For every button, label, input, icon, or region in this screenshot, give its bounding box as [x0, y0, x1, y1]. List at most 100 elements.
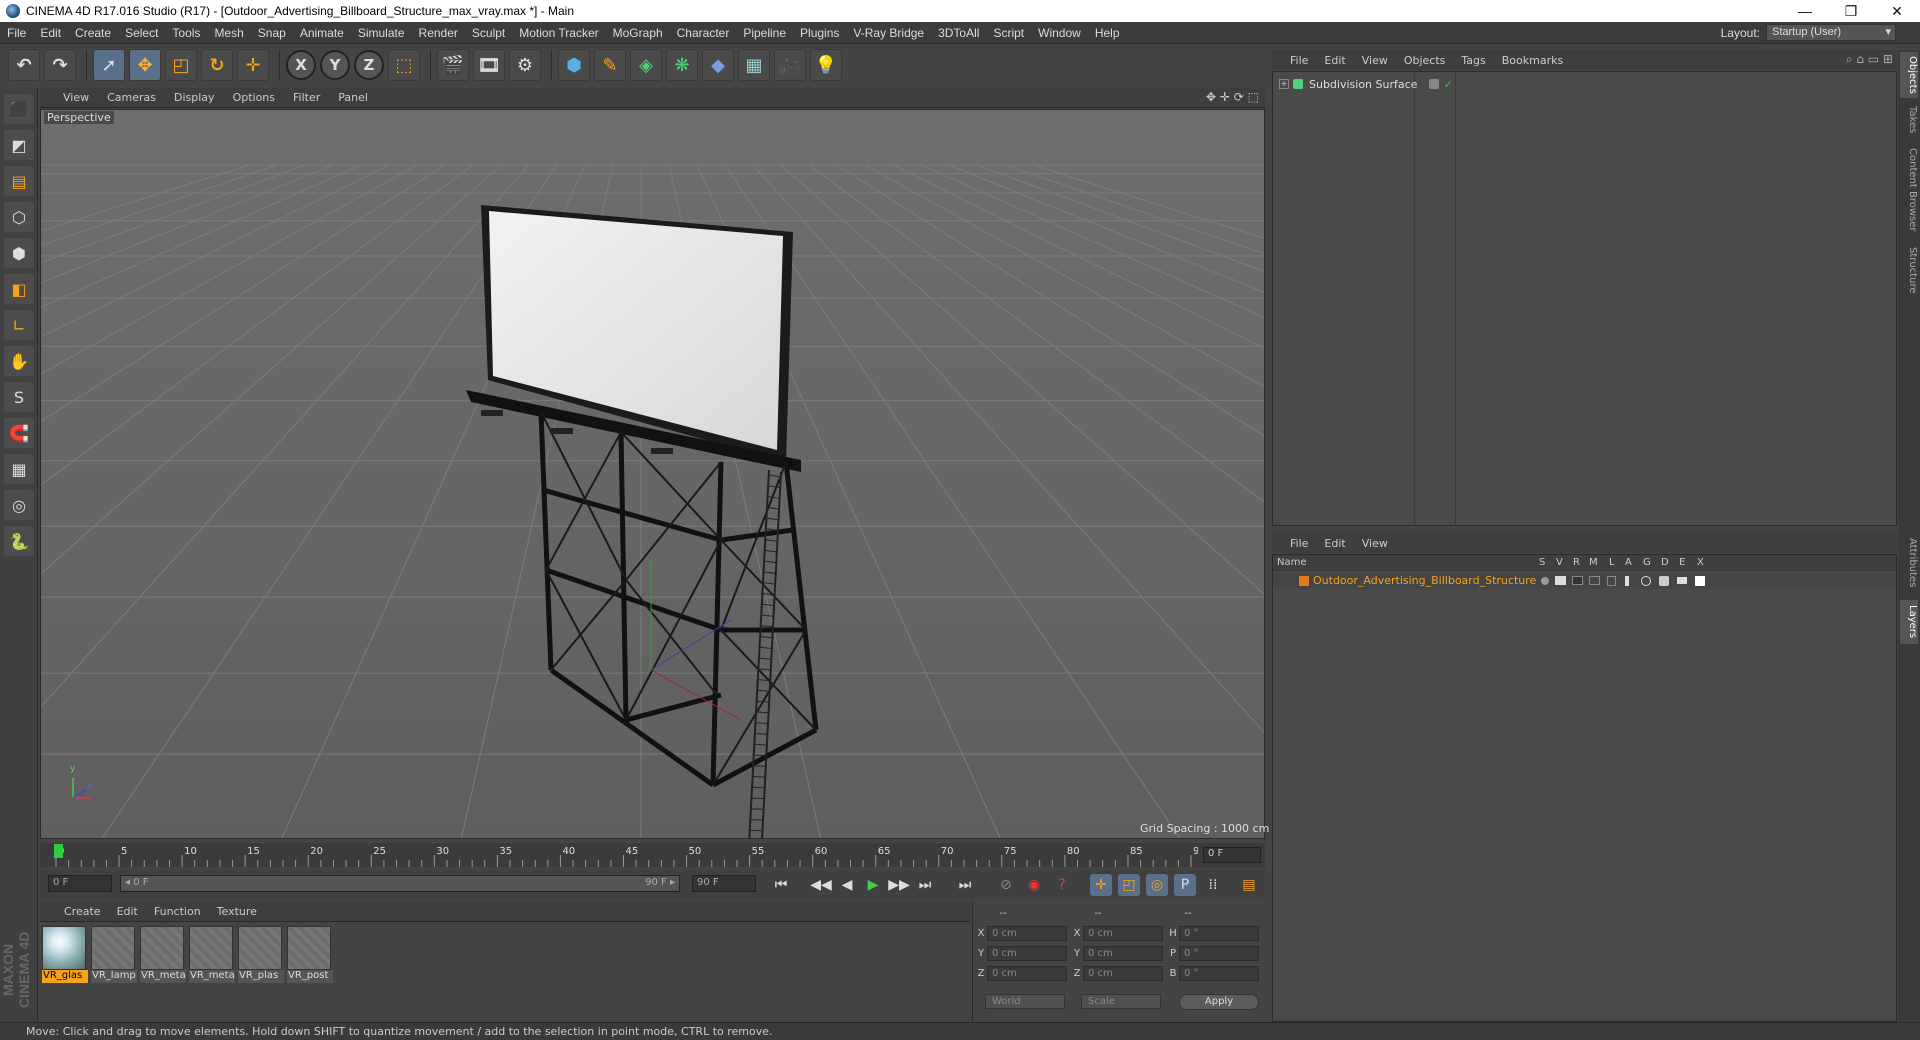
- material-item[interactable]: VR_meta: [189, 926, 235, 988]
- record-scale-icon[interactable]: ◰: [1118, 874, 1140, 896]
- layer-render-icon[interactable]: [1572, 576, 1583, 585]
- rotate-tool-icon[interactable]: ↻: [201, 49, 233, 81]
- viewport-menu-options[interactable]: Options: [224, 91, 284, 104]
- tweak-mode-icon[interactable]: ✋: [4, 346, 34, 376]
- texture-mode-icon[interactable]: ▤: [4, 166, 34, 196]
- python-icon[interactable]: 🐍: [4, 526, 34, 556]
- axis-x-lock-icon[interactable]: X: [286, 50, 316, 80]
- layer-tag-icon[interactable]: [1429, 79, 1440, 89]
- object-manager-tool-icons[interactable]: ⌕ ⌂ ▭ ⊞: [1846, 52, 1893, 67]
- start-frame-field[interactable]: 0 F: [48, 875, 112, 892]
- render-picture-viewer-icon[interactable]: 🎞: [473, 49, 505, 81]
- coordinate-system-icon[interactable]: ⬚: [388, 49, 420, 81]
- current-frame-field[interactable]: 0 F: [1203, 847, 1261, 863]
- render-view-icon[interactable]: 🎬: [437, 49, 469, 81]
- camera-icon[interactable]: 🎥: [774, 49, 806, 81]
- layer-row[interactable]: Outdoor_Advertising_Billboard_Structure: [1273, 573, 1896, 589]
- menu-3dtoall[interactable]: 3DToAll: [931, 26, 986, 40]
- layer-solo-icon[interactable]: [1541, 577, 1549, 585]
- menu-help[interactable]: Help: [1088, 26, 1127, 40]
- menu-plugins[interactable]: Plugins: [793, 26, 846, 40]
- go-to-end-icon[interactable]: ⏭: [954, 874, 976, 896]
- previous-frame-icon[interactable]: ◀: [836, 874, 858, 896]
- viewport-nav-icons[interactable]: ✥ ✛ ⟳ ⬚: [1206, 90, 1259, 104]
- material-item[interactable]: VR_post: [287, 926, 333, 988]
- add-tool-icon[interactable]: ✛: [237, 49, 269, 81]
- material-menu-function[interactable]: Function: [146, 905, 209, 918]
- material-menu-edit[interactable]: Edit: [109, 905, 146, 918]
- material-item[interactable]: VR_lamp: [91, 926, 137, 988]
- light-icon[interactable]: 💡: [810, 49, 842, 81]
- edges-mode-icon[interactable]: ⬢: [4, 238, 34, 268]
- tab-takes[interactable]: Takes: [1900, 102, 1918, 138]
- objects-menu-edit[interactable]: Edit: [1316, 54, 1353, 67]
- menu-script[interactable]: Script: [986, 26, 1031, 40]
- render-settings-icon[interactable]: ⚙: [509, 49, 541, 81]
- record-icon[interactable]: ◉: [1023, 874, 1045, 896]
- perspective-viewport[interactable]: y z: [40, 109, 1265, 839]
- menu-sculpt[interactable]: Sculpt: [465, 26, 512, 40]
- layer-col-manager[interactable]: M: [1589, 557, 1598, 568]
- next-key-icon[interactable]: ⏭: [914, 874, 936, 896]
- layer-col-deformers[interactable]: D: [1661, 557, 1669, 568]
- model-mode-icon[interactable]: ◩: [4, 130, 34, 160]
- layer-generator-icon[interactable]: [1641, 576, 1651, 586]
- layer-col-xref[interactable]: X: [1697, 557, 1704, 568]
- next-frame-icon[interactable]: ▶▶: [888, 874, 910, 896]
- layer-name[interactable]: Outdoor_Advertising_Billboard_Structure: [1313, 574, 1536, 587]
- menu-tools[interactable]: Tools: [165, 26, 207, 40]
- size-z-field[interactable]: 0 cm: [1083, 966, 1163, 981]
- move-tool-icon[interactable]: ✥: [129, 49, 161, 81]
- menu-create[interactable]: Create: [68, 26, 118, 40]
- layer-col-animation[interactable]: A: [1625, 557, 1632, 568]
- layer-animation-icon[interactable]: [1625, 576, 1629, 586]
- cube-primitive-icon[interactable]: ⬢: [558, 49, 590, 81]
- tab-content-browser[interactable]: Content Browser: [1900, 142, 1918, 238]
- restore-button[interactable]: ❐: [1828, 0, 1874, 22]
- layer-col-expressions[interactable]: E: [1679, 557, 1685, 568]
- record-position-icon[interactable]: ✛: [1090, 874, 1112, 896]
- objects-menu-objects[interactable]: Objects: [1396, 54, 1454, 67]
- cloner-icon[interactable]: ❋: [666, 49, 698, 81]
- layout-dropdown[interactable]: Startup (User): [1766, 24, 1896, 41]
- close-button[interactable]: ✕: [1874, 0, 1920, 22]
- floor-icon[interactable]: ▦: [738, 49, 770, 81]
- size-y-field[interactable]: 0 cm: [1083, 946, 1163, 961]
- viewport-menu-cameras[interactable]: Cameras: [98, 91, 165, 104]
- timeline-window-icon[interactable]: ▤: [1238, 874, 1260, 896]
- rotation-h-field[interactable]: 0 °: [1179, 926, 1259, 941]
- objects-menu-view[interactable]: View: [1354, 54, 1396, 67]
- end-frame-field[interactable]: 90 F: [692, 875, 756, 892]
- coordinate-mode-dropdown[interactable]: Scale: [1081, 994, 1161, 1009]
- tab-attributes[interactable]: Attributes: [1900, 530, 1918, 596]
- undo-icon[interactable]: ↶: [8, 49, 40, 81]
- record-rotation-icon[interactable]: ◎: [1146, 874, 1168, 896]
- make-editable-icon[interactable]: ⬛: [4, 94, 34, 124]
- preview-range-slider[interactable]: ◂ 0 F 90 F ▸: [120, 875, 680, 892]
- position-y-field[interactable]: 0 cm: [987, 946, 1067, 961]
- layer-col-locked[interactable]: L: [1609, 557, 1615, 568]
- previous-key-icon[interactable]: ◀◀: [810, 874, 832, 896]
- redo-icon[interactable]: ↷: [44, 49, 76, 81]
- viewport-menu-filter[interactable]: Filter: [284, 91, 329, 104]
- tab-layers[interactable]: Layers: [1900, 600, 1918, 644]
- layer-col-generators[interactable]: G: [1643, 557, 1651, 568]
- material-menu-create[interactable]: Create: [56, 905, 109, 918]
- material-item[interactable]: VR_plas: [238, 926, 284, 988]
- record-pla-icon[interactable]: ⁞⁞: [1202, 874, 1224, 896]
- position-z-field[interactable]: 0 cm: [987, 966, 1067, 981]
- layers-menu-edit[interactable]: Edit: [1316, 537, 1353, 550]
- menu-animate[interactable]: Animate: [293, 26, 351, 40]
- position-x-field[interactable]: 0 cm: [987, 926, 1067, 941]
- menu-mograph[interactable]: MoGraph: [606, 26, 670, 40]
- tab-structure[interactable]: Structure: [1900, 242, 1918, 298]
- autokey-icon[interactable]: ?: [1051, 874, 1073, 896]
- rotation-b-field[interactable]: 0 °: [1179, 966, 1259, 981]
- menu-simulate[interactable]: Simulate: [351, 26, 412, 40]
- menu-character[interactable]: Character: [670, 26, 737, 40]
- rotation-p-field[interactable]: 0 °: [1179, 946, 1259, 961]
- material-menu-texture[interactable]: Texture: [209, 905, 265, 918]
- layer-manager-icon[interactable]: [1589, 576, 1600, 585]
- axis-y-lock-icon[interactable]: Y: [320, 50, 350, 80]
- menu-motion-tracker[interactable]: Motion Tracker: [512, 26, 605, 40]
